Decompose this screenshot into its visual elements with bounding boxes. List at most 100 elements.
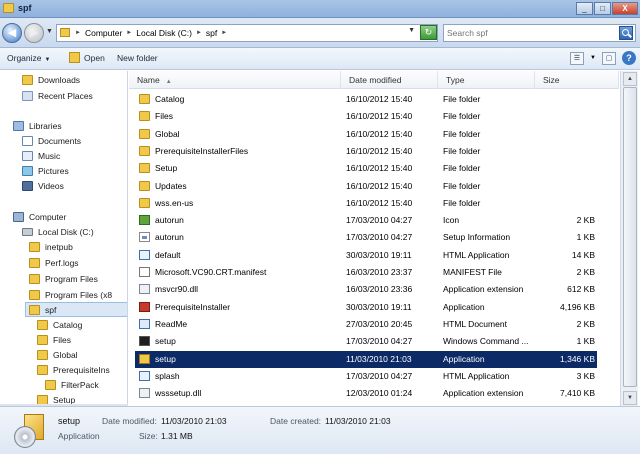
folder-icon xyxy=(37,335,48,345)
address-bar: ◀ ▶ ▼ ► Computer ► Local Disk (C:) ► spf… xyxy=(0,18,640,48)
file-row[interactable]: PrerequisiteInstaller 30/03/2010 19:11 App… xyxy=(129,299,619,316)
chevron-right-icon[interactable]: ► xyxy=(75,30,81,36)
column-header-size[interactable]: Size xyxy=(535,71,619,89)
chevron-down-icon[interactable]: ▼ xyxy=(590,55,596,61)
vertical-scrollbar[interactable]: ▲ ▼ xyxy=(620,71,638,406)
back-button[interactable]: ◀ xyxy=(2,23,22,43)
nav-item-filterpack[interactable]: FilterPack xyxy=(45,378,99,392)
column-header-date[interactable]: Date modified xyxy=(341,71,438,89)
nav-item-recent-places[interactable]: Recent Places xyxy=(22,89,93,103)
recent-pages-dropdown[interactable]: ▼ xyxy=(46,28,53,35)
nav-item-documents[interactable]: Documents xyxy=(22,134,81,148)
file-row[interactable]: PrerequisiteInstallerFiles 16/10/2012 15:… xyxy=(129,143,619,160)
file-row[interactable]: autorun 17/03/2010 04:27 Icon 2 KB xyxy=(129,212,619,229)
address-history-dropdown[interactable]: ▼ xyxy=(408,27,415,34)
nav-item-computer[interactable]: Computer xyxy=(13,210,66,224)
search-input[interactable] xyxy=(447,27,615,39)
file-row[interactable]: msvcr90.dll 16/03/2010 23:36 Application e… xyxy=(129,281,619,298)
breadcrumb-computer[interactable]: Computer xyxy=(85,28,122,38)
file-name: Updates xyxy=(155,180,187,191)
nav-item-libraries[interactable]: Libraries xyxy=(13,119,62,133)
file-type: File folder xyxy=(443,111,481,122)
column-header-name[interactable]: Name ▲ xyxy=(129,71,341,89)
file-row[interactable]: Catalog 16/10/2012 15:40 File folder xyxy=(129,91,619,108)
scroll-up-icon[interactable]: ▲ xyxy=(623,72,637,86)
nav-item-label: Recent Places xyxy=(38,91,93,101)
chevron-right-icon[interactable]: ► xyxy=(126,30,132,36)
file-type: Application xyxy=(443,301,485,312)
nav-item-label: inetpub xyxy=(45,242,73,252)
file-size: 1,346 KB xyxy=(560,353,595,364)
manifest-file-icon xyxy=(139,267,150,277)
file-date-modified: 16/10/2012 15:40 xyxy=(346,145,413,156)
file-row[interactable]: Microsoft.VC90.CRT.manifest 16/03/2010 23… xyxy=(129,264,619,281)
search-icon[interactable] xyxy=(619,26,633,40)
close-button[interactable]: X xyxy=(612,2,638,15)
file-row[interactable]: autorun 17/03/2010 04:27 Setup Information… xyxy=(129,229,619,246)
open-button[interactable]: Open xyxy=(84,53,105,63)
file-row[interactable]: splash 17/03/2010 04:27 HTML Application 3 … xyxy=(129,368,619,385)
details-size: 1.31 MB xyxy=(161,431,193,441)
file-type: File folder xyxy=(443,94,481,104)
file-row[interactable]: default 30/03/2010 19:11 HTML Application 1… xyxy=(129,247,619,264)
documents-icon xyxy=(22,136,33,146)
column-header-type[interactable]: Type xyxy=(438,71,535,89)
cd-disc-shape xyxy=(14,426,36,448)
maximize-button[interactable]: □ xyxy=(594,2,611,15)
nav-item-perflogs[interactable]: Perf.logs xyxy=(29,256,79,270)
downloads-icon xyxy=(22,75,33,85)
setupinfo-file-icon xyxy=(139,232,150,243)
setup-package-icon xyxy=(14,412,46,450)
chevron-right-icon[interactable]: ► xyxy=(196,30,202,36)
dll-file-icon xyxy=(139,388,150,399)
nav-item-prerequisiteins[interactable]: PrerequisiteIns xyxy=(37,363,110,377)
nav-item-videos[interactable]: Videos xyxy=(22,179,64,193)
breadcrumb-spf[interactable]: spf xyxy=(206,28,217,38)
file-size: 7,410 KB xyxy=(560,388,595,399)
forward-button[interactable]: ▶ xyxy=(24,23,44,43)
nav-item-label: Videos xyxy=(38,181,64,191)
organize-button[interactable]: Organize ▼ xyxy=(7,53,50,63)
nav-item-pictures[interactable]: Pictures xyxy=(22,164,69,178)
nav-item-inetpub[interactable]: inetpub xyxy=(29,240,73,254)
search-box[interactable] xyxy=(443,24,636,42)
nav-item-program-files-x86[interactable]: Program Files (x8 xyxy=(29,288,112,302)
file-type: File folder xyxy=(443,128,481,139)
preview-pane-icon[interactable]: ▢ xyxy=(602,51,616,65)
chevron-right-icon[interactable]: ► xyxy=(221,30,227,36)
scrollbar-thumb[interactable] xyxy=(623,87,637,387)
new-folder-button[interactable]: New folder xyxy=(117,53,158,63)
pictures-icon xyxy=(22,166,33,176)
breadcrumb: ► Computer ► Local Disk (C:) ► spf ► xyxy=(75,28,227,38)
file-row[interactable]: wss.en-us 16/10/2012 15:40 File folder xyxy=(129,195,619,212)
nav-item-music[interactable]: Music xyxy=(22,149,60,163)
address-field[interactable]: ► Computer ► Local Disk (C:) ► spf ► ▼ xyxy=(56,24,438,42)
file-type: HTML Document xyxy=(443,318,507,329)
nav-item-catalog[interactable]: Catalog xyxy=(37,318,82,332)
file-row[interactable]: ReadMe 27/03/2010 20:45 HTML Document 2 KB xyxy=(129,316,619,333)
nav-item-local-disk[interactable]: Local Disk (C:) xyxy=(22,225,94,239)
nav-item-downloads[interactable]: Downloads xyxy=(22,73,80,87)
file-size: 3 KB xyxy=(576,370,595,381)
refresh-button[interactable]: ↻ xyxy=(420,25,437,40)
file-row[interactable]: wsssetup.dll 12/03/2010 01:24 Application … xyxy=(129,385,619,402)
folder-icon xyxy=(139,163,150,174)
details-size-label: Size: xyxy=(139,431,158,441)
file-row[interactable]: Global 16/10/2012 15:40 File folder xyxy=(129,126,619,143)
scroll-down-icon[interactable]: ▼ xyxy=(623,391,637,405)
file-row[interactable]: Files 16/10/2012 15:40 File folder xyxy=(129,108,619,125)
minimize-button[interactable]: _ xyxy=(576,2,593,15)
nav-item-program-files[interactable]: Program Files xyxy=(29,272,98,286)
nav-item-spf[interactable]: spf xyxy=(29,303,56,317)
file-date-modified: 30/03/2010 19:11 xyxy=(346,249,412,260)
breadcrumb-local-disk[interactable]: Local Disk (C:) xyxy=(136,28,192,38)
file-row[interactable]: Setup 16/10/2012 15:40 File folder xyxy=(129,160,619,177)
help-icon[interactable]: ? xyxy=(622,51,636,65)
nav-item-files[interactable]: Files xyxy=(37,333,71,347)
file-row[interactable]: setup 11/03/2010 21:03 Application 1,346 KB xyxy=(135,350,597,368)
file-name: wss.en-us xyxy=(155,197,194,208)
nav-item-global[interactable]: Global xyxy=(37,348,78,362)
file-row[interactable]: Updates 16/10/2012 15:40 File folder xyxy=(129,178,619,195)
file-row[interactable]: setup 17/03/2010 04:27 Windows Command ...… xyxy=(129,333,619,350)
change-view-icon[interactable]: ☰ xyxy=(570,51,585,65)
